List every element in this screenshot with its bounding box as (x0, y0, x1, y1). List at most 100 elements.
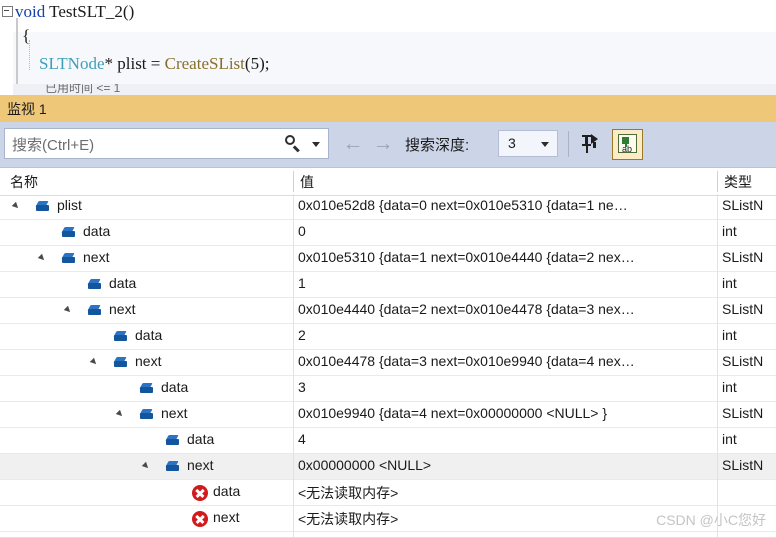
row-name-cell[interactable]: data (0, 272, 293, 297)
row-type-cell: SListN (722, 197, 764, 213)
grid-rows: plist 0x010e52d8 {data=0 next=0x010e5310 … (0, 194, 776, 538)
code-editor[interactable]: void TestSLT_2() { SLTNode* plist = Crea… (0, 0, 776, 95)
row-value-cell[interactable]: 0x010e4440 {data=2 next=0x010e4478 {data… (298, 301, 716, 321)
row-value-cell[interactable]: 4 (298, 431, 716, 451)
row-value-cell[interactable]: 0x00000000 <NULL> (298, 457, 716, 477)
column-divider-1[interactable] (293, 171, 294, 192)
row-name-label: plist (57, 197, 82, 213)
table-row[interactable]: next 0x010e5310 {data=1 next=0x010e4440 {… (0, 246, 776, 272)
row-name-cell[interactable]: data (0, 376, 293, 401)
row-value-cell[interactable]: 0x010e52d8 {data=0 next=0x010e5310 {data… (298, 197, 716, 217)
row-name-label: data (109, 275, 137, 291)
grid-header-row: 名称 值 类型 (0, 167, 776, 196)
expander-collapse-icon[interactable] (115, 409, 125, 419)
table-row[interactable]: next 0x010e9940 {data=4 next=0x00000000 <… (0, 402, 776, 428)
code-token: SLTNode (39, 54, 105, 73)
table-row[interactable]: data <无法读取内存> (0, 480, 776, 506)
row-type-cell: int (722, 223, 737, 239)
row-name-cell[interactable]: data (0, 324, 293, 349)
code-line-2: { (22, 22, 30, 50)
expander-collapse-icon[interactable] (63, 305, 73, 315)
row-value-cell[interactable]: 0 (298, 223, 716, 243)
funnel-stem-icon (593, 142, 596, 148)
row-name-cell[interactable]: next (0, 350, 293, 375)
row-type-cell (722, 483, 776, 503)
table-row[interactable]: next 0x010e4478 {data=3 next=0x010e9940 {… (0, 350, 776, 376)
column-header-type[interactable]: 类型 (724, 172, 752, 192)
code-line-3: SLTNode* plist = CreateSList(5); (22, 50, 269, 78)
table-row[interactable]: next 0x00000000 <NULL> SListN (0, 454, 776, 480)
table-row[interactable]: plist 0x010e52d8 {data=0 next=0x010e5310 … (0, 194, 776, 220)
column-divider-2[interactable] (717, 171, 718, 192)
column-header-value[interactable]: 值 (300, 172, 314, 192)
code-token: 5 (250, 54, 260, 73)
grid-column-separator-2 (717, 194, 718, 538)
row-value-cell[interactable]: 1 (298, 275, 716, 295)
row-name-label: next (83, 249, 110, 265)
row-value-cell[interactable]: <无法读取内存> (298, 509, 716, 529)
expander-collapse-icon[interactable] (89, 357, 99, 367)
row-value-cell[interactable]: 2 (298, 327, 716, 347)
code-line-1: void TestSLT_2() (15, 0, 134, 26)
table-row[interactable]: data 2 int (0, 324, 776, 350)
row-type-cell: int (722, 431, 737, 447)
collapse-region-icon[interactable] (2, 6, 13, 17)
chevron-down-icon[interactable] (541, 142, 549, 147)
row-name-cell[interactable]: next (0, 402, 293, 427)
row-name-cell[interactable]: next (0, 246, 293, 271)
search-depth-select[interactable]: 3 (498, 130, 558, 157)
watch-title-bar[interactable]: 监视 1 (0, 95, 776, 123)
row-value-cell[interactable]: 0x010e5310 {data=1 next=0x010e4440 {data… (298, 249, 716, 269)
column-header-name[interactable]: 名称 (10, 172, 38, 192)
row-type-cell: SListN (722, 301, 764, 317)
row-value-cell[interactable]: 3 (298, 379, 716, 399)
row-name-cell[interactable]: next (0, 506, 293, 531)
watch-grid: 名称 值 类型 plist 0x010e52d8 {data=0 next=0x0… (0, 167, 776, 538)
row-name-label: data (213, 483, 241, 499)
table-row[interactable]: data 4 int (0, 428, 776, 454)
expander-collapse-icon[interactable] (141, 461, 151, 471)
field-icon (165, 435, 180, 447)
expander-collapse-icon[interactable] (11, 201, 21, 211)
search-options-chevron-down-icon[interactable] (312, 142, 320, 147)
row-name-cell[interactable]: next (0, 298, 293, 323)
watch-pane: 监视 1 搜索(Ctrl+E) ← → 搜索深度: 3 ab 名称 值 类型 p… (0, 95, 776, 538)
row-name-label: data (83, 223, 111, 239)
row-value-cell[interactable]: 0x010e9940 {data=4 next=0x00000000 <NULL… (298, 405, 716, 425)
search-depth-label: 搜索深度: (405, 137, 470, 154)
field-icon (35, 201, 50, 213)
row-name-cell[interactable]: data (0, 428, 293, 453)
row-name-cell[interactable]: data (0, 220, 293, 245)
row-name-label: next (213, 509, 240, 525)
row-name-cell[interactable]: next (0, 454, 293, 479)
row-value-cell[interactable]: 0x010e4478 {data=3 next=0x010e9940 {data… (298, 353, 716, 373)
search-next-button[interactable]: → (370, 132, 396, 156)
code-token: void (15, 2, 50, 21)
row-value-cell[interactable]: <无法读取内存> (298, 483, 716, 503)
row-type-cell: SListN (722, 405, 764, 421)
pin-filter-button[interactable] (578, 129, 609, 160)
code-token: { (22, 26, 31, 45)
code-token: plist (117, 54, 147, 73)
field-icon (113, 357, 128, 369)
watch-title-label: 监视 1 (7, 101, 47, 117)
row-name-cell[interactable]: data (0, 480, 293, 505)
editor-elapsed-tip: 已用时间 <= 1 (45, 84, 121, 95)
row-name-cell[interactable]: plist (0, 194, 293, 219)
table-row[interactable]: next 0x010e4440 {data=2 next=0x010e4478 {… (0, 298, 776, 324)
search-previous-button[interactable]: ← (340, 132, 366, 156)
row-name-label: next (161, 405, 188, 421)
table-row[interactable]: data 3 int (0, 376, 776, 402)
code-token: CreateSList (164, 54, 245, 73)
table-row[interactable]: data 0 int (0, 220, 776, 246)
toolbar-separator (568, 131, 569, 157)
table-row[interactable]: data 1 int (0, 272, 776, 298)
field-icon (87, 305, 102, 317)
search-icon[interactable] (284, 135, 302, 153)
code-token: * (104, 54, 118, 73)
hex-display-button[interactable]: ab (612, 129, 643, 160)
expander-collapse-icon[interactable] (37, 253, 47, 263)
watch-toolbar: 搜索(Ctrl+E) ← → 搜索深度: 3 ab (0, 122, 776, 167)
search-input[interactable]: 搜索(Ctrl+E) (4, 128, 329, 159)
